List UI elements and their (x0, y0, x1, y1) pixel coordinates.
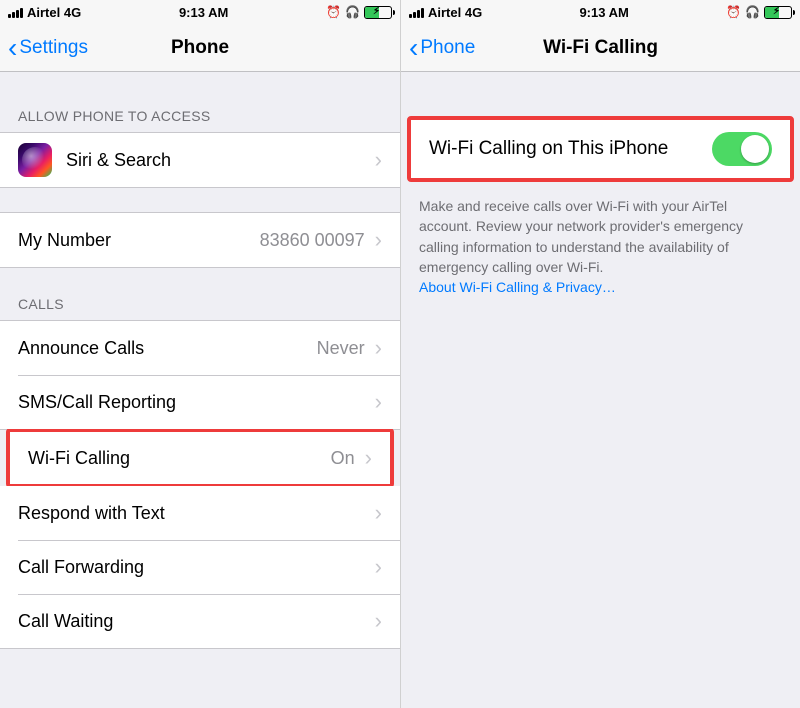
group-access: Siri & Search › (0, 132, 400, 188)
carrier-label: Airtel 4G (428, 5, 482, 20)
row-announce-calls[interactable]: Announce Calls Never › (0, 321, 400, 375)
row-label: My Number (18, 230, 260, 251)
nav-bar: ‹ Phone Wi-Fi Calling (401, 24, 800, 72)
alarm-icon: ⏰ (326, 5, 341, 19)
about-wifi-calling-link[interactable]: About Wi-Fi Calling & Privacy… (419, 279, 616, 295)
row-value: On (331, 448, 355, 469)
row-call-waiting[interactable]: Call Waiting › (0, 594, 400, 648)
row-label: Siri & Search (66, 150, 375, 171)
group-calls: Announce Calls Never › SMS/Call Reportin… (0, 320, 400, 430)
row-label: Wi-Fi Calling (28, 448, 331, 469)
row-label: Respond with Text (18, 503, 375, 524)
signal-bars-icon (409, 6, 424, 18)
row-sms-call-reporting[interactable]: SMS/Call Reporting › (0, 375, 400, 429)
section-header-access: ALLOW PHONE TO ACCESS (0, 72, 400, 132)
row-value: 83860 00097 (260, 230, 365, 251)
group-calls-cont: Respond with Text › Call Forwarding › Ca… (0, 486, 400, 649)
highlight-wifi-calling: Wi-Fi Calling On › (6, 428, 394, 488)
row-label: Wi-Fi Calling on This iPhone (429, 138, 712, 160)
back-button[interactable]: ‹ Phone (409, 37, 475, 59)
row-wifi-calling-toggle[interactable]: Wi-Fi Calling on This iPhone (411, 120, 790, 178)
back-label: Settings (19, 37, 88, 59)
status-time: 9:13 AM (81, 5, 326, 20)
group-my-number: My Number 83860 00097 › (0, 212, 400, 268)
row-value: Never (317, 338, 365, 359)
row-call-forwarding[interactable]: Call Forwarding › (0, 540, 400, 594)
row-my-number[interactable]: My Number 83860 00097 › (0, 213, 400, 267)
footer-text: Make and receive calls over Wi-Fi with y… (419, 198, 743, 275)
back-label: Phone (420, 37, 475, 59)
headphones-icon: 🎧 (345, 5, 360, 19)
row-label: Call Forwarding (18, 557, 375, 578)
battery-icon: ⚡︎ (364, 6, 392, 19)
back-button[interactable]: ‹ Settings (8, 37, 88, 59)
signal-bars-icon (8, 6, 23, 18)
row-label: Announce Calls (18, 338, 317, 359)
section-header-calls: CALLS (0, 268, 400, 320)
screen-wifi-calling: Airtel 4G 9:13 AM ⏰ 🎧 ⚡︎ ‹ Phone Wi-Fi C… (400, 0, 800, 708)
siri-icon (18, 143, 52, 177)
row-label: Call Waiting (18, 611, 375, 632)
status-bar: Airtel 4G 9:13 AM ⏰ 🎧 ⚡︎ (401, 0, 800, 24)
row-siri-search[interactable]: Siri & Search › (0, 133, 400, 187)
row-label: SMS/Call Reporting (18, 392, 375, 413)
row-respond-with-text[interactable]: Respond with Text › (0, 486, 400, 540)
alarm-icon: ⏰ (726, 5, 741, 19)
battery-icon: ⚡︎ (764, 6, 792, 19)
section-footer: Make and receive calls over Wi-Fi with y… (401, 186, 800, 305)
status-time: 9:13 AM (482, 5, 726, 20)
nav-bar: ‹ Settings Phone (0, 24, 400, 72)
highlight-wifi-toggle: Wi-Fi Calling on This iPhone (407, 116, 794, 182)
screen-phone-settings: Airtel 4G 9:13 AM ⏰ 🎧 ⚡︎ ‹ Settings Phon… (0, 0, 400, 708)
toggle-switch-on[interactable] (712, 132, 772, 166)
headphones-icon: 🎧 (745, 5, 760, 19)
carrier-label: Airtel 4G (27, 5, 81, 20)
row-wifi-calling[interactable]: Wi-Fi Calling On › (10, 432, 390, 484)
status-bar: Airtel 4G 9:13 AM ⏰ 🎧 ⚡︎ (0, 0, 400, 24)
